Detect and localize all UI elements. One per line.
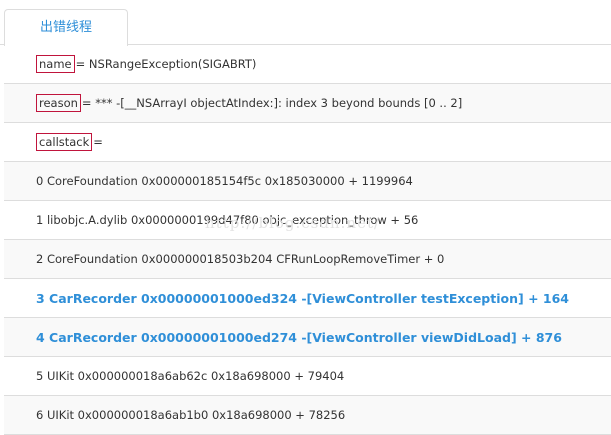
field-row-name: name = NSRangeException(SIGABRT) xyxy=(4,45,611,84)
field-key: reason xyxy=(36,94,81,112)
field-row-reason: reason = *** -[__NSArrayI objectAtIndex:… xyxy=(4,84,611,123)
stack-frame-row: 5 UIKit 0x000000018a6ab62c 0x18a698000 +… xyxy=(4,357,611,396)
stack-frame-row: 0 CoreFoundation 0x000000185154f5c 0x185… xyxy=(4,162,611,201)
stack-frame-row: 1 libobjc.A.dylib 0x0000000199d47f80 obj… xyxy=(4,201,611,240)
field-value: = *** -[__NSArrayI objectAtIndex:]: inde… xyxy=(81,96,463,110)
tab-error-thread[interactable]: 出错线程 xyxy=(4,9,128,46)
field-key: name xyxy=(36,55,75,73)
stack-frame-row: 6 UIKit 0x000000018a6ab1b0 0x18a698000 +… xyxy=(4,396,611,435)
stack-frame-row: 2 CoreFoundation 0x000000018503b204 CFRu… xyxy=(4,240,611,279)
field-key: callstack xyxy=(36,133,93,151)
crash-detail-list: name = NSRangeException(SIGABRT) reason … xyxy=(4,45,611,435)
tab-bar: 出错线程 xyxy=(0,0,611,46)
field-value: = xyxy=(93,135,103,149)
stack-frame-row-highlighted: 4 CarRecorder 0x00000001000ed274 -[ViewC… xyxy=(4,318,611,357)
stack-frame-row-highlighted: 3 CarRecorder 0x00000001000ed324 -[ViewC… xyxy=(4,279,611,318)
field-row-callstack: callstack = xyxy=(4,123,611,162)
field-value: = NSRangeException(SIGABRT) xyxy=(75,57,257,71)
